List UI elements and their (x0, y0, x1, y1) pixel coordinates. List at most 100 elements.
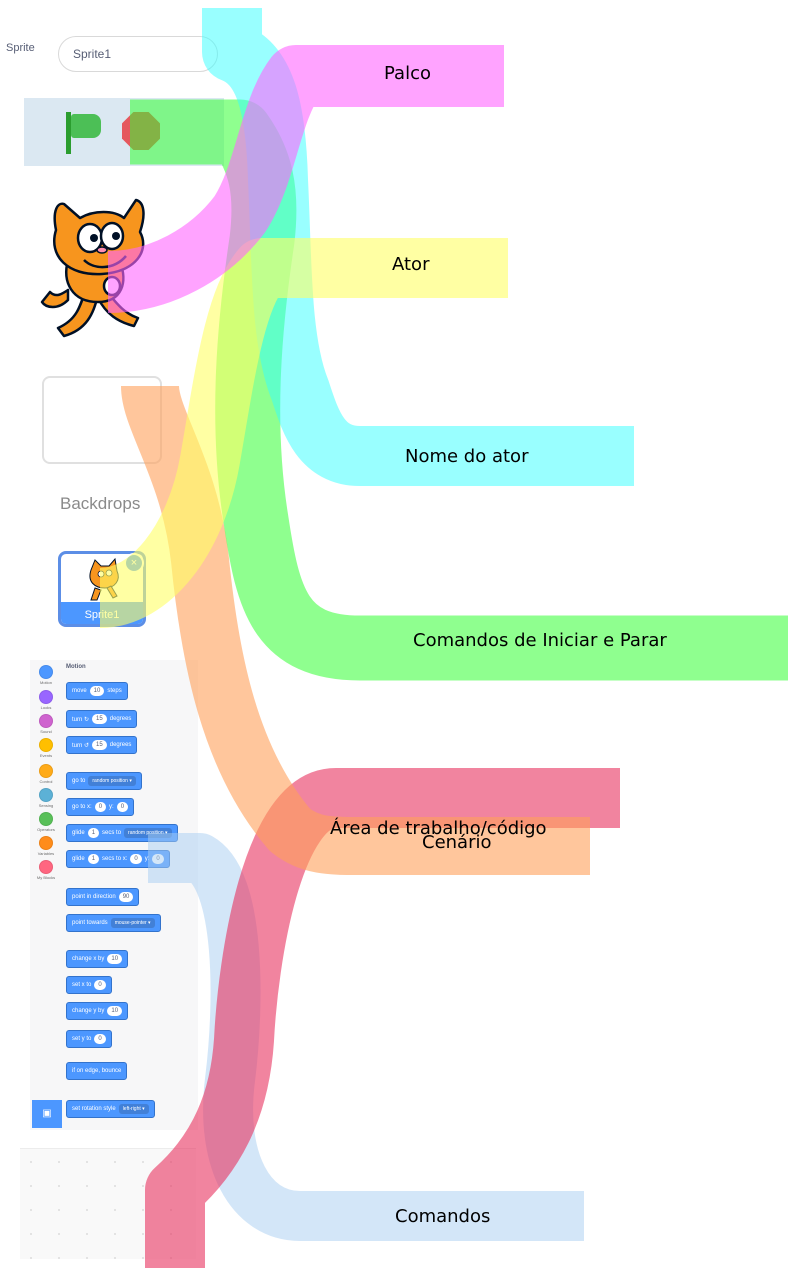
category-operators[interactable]: Operators (30, 812, 62, 832)
block-text: degrees (109, 716, 132, 722)
grid-dot (142, 1185, 144, 1187)
motion-block[interactable]: go to x: 0 y: 0 (66, 798, 135, 816)
grid-dot (114, 1233, 116, 1235)
grid-dot (170, 1209, 172, 1211)
block-input[interactable]: 90 (118, 892, 134, 902)
grid-dot (170, 1257, 172, 1259)
motion-block[interactable]: move 10 steps (66, 682, 128, 700)
stage-backdrop-thumbnail[interactable] (42, 376, 162, 464)
grid-dot (114, 1257, 116, 1259)
block-text: set y to (72, 1036, 92, 1042)
category-dot-icon (39, 836, 53, 850)
grid-dot (30, 1161, 32, 1163)
category-label: Sensing (38, 803, 54, 808)
motion-block[interactable]: glide 1 secs to x: 0 y: 0 (66, 850, 170, 868)
block-input[interactable]: 10 (107, 954, 123, 964)
block-text: turn ↺ (72, 742, 90, 749)
highlight-area-trabalho (145, 768, 620, 1268)
block-dropdown[interactable]: random position ▾ (124, 828, 172, 838)
category-dot-icon (39, 665, 53, 679)
delete-sprite-icon[interactable]: × (124, 553, 144, 573)
block-dropdown[interactable]: random position ▾ (88, 776, 136, 786)
grid-dot (30, 1257, 32, 1259)
grid-dot (58, 1257, 60, 1259)
block-text: glide (72, 830, 85, 836)
block-input[interactable]: 15 (92, 714, 107, 724)
add-extension-icon[interactable]: ▣ (32, 1100, 62, 1128)
block-dropdown[interactable]: left-right ▾ (118, 1104, 149, 1114)
grid-dot (142, 1209, 144, 1211)
block-input[interactable]: 0 (94, 980, 106, 990)
category-label: Variables (37, 851, 55, 856)
category-dot-icon (39, 860, 53, 874)
block-text: change x by (72, 956, 105, 962)
grid-dot (170, 1161, 172, 1163)
block-input[interactable]: 0 (94, 802, 107, 812)
motion-block[interactable]: turn ↻ 15 degrees (66, 710, 138, 728)
block-text: y: (109, 804, 114, 810)
code-area[interactable] (20, 1148, 196, 1259)
green-flag-cloth[interactable] (71, 114, 101, 138)
category-variables[interactable]: Variables (30, 836, 62, 856)
grid-dot (86, 1209, 88, 1211)
category-dot-icon (39, 812, 53, 826)
highlight-comandos (148, 833, 584, 1241)
grid-dot (58, 1233, 60, 1235)
sprite-tile-label: Sprite1 (84, 609, 120, 621)
sprite-name-field[interactable]: Sprite1 (58, 36, 218, 72)
category-label: Motion (39, 680, 52, 685)
motion-block[interactable]: change y by 10 (66, 1002, 129, 1020)
motion-block[interactable]: glide 1 secs to random position ▾ (66, 824, 178, 842)
block-input[interactable]: 0 (152, 854, 164, 864)
category-looks[interactable]: Looks (30, 690, 62, 710)
category-sound[interactable]: Sound (30, 714, 62, 734)
motion-block[interactable]: point in direction 90 (66, 888, 140, 906)
block-dropdown[interactable]: mouse-pointer ▾ (110, 918, 155, 928)
grid-dot (30, 1185, 32, 1187)
block-text: point in direction (72, 894, 116, 900)
category-label: Looks (40, 705, 52, 710)
grid-dot (58, 1185, 60, 1187)
block-input[interactable]: 0 (116, 802, 129, 812)
category-motion[interactable]: Motion (30, 665, 62, 685)
backdrops-label: Backdrops (60, 494, 141, 513)
category-my-blocks[interactable]: My Blocks (30, 860, 62, 880)
block-text: go to x: (72, 804, 92, 810)
block-input[interactable]: 10 (107, 1006, 123, 1016)
block-input[interactable]: 0 (94, 1034, 106, 1044)
block-text: glide (72, 856, 85, 862)
grid-dot (86, 1161, 88, 1163)
motion-block[interactable]: if on edge, bounce (66, 1062, 128, 1080)
category-control[interactable]: Control (30, 764, 62, 784)
grid-dot (170, 1185, 172, 1187)
block-input[interactable]: 1 (87, 854, 100, 864)
category-label: Operators (37, 827, 55, 832)
block-input[interactable]: 1 (87, 828, 100, 838)
block-text: set rotation style (72, 1106, 116, 1112)
motion-block[interactable]: turn ↺ 15 degrees (66, 736, 138, 754)
category-label: Events (39, 753, 53, 758)
motion-block[interactable]: set x to 0 (66, 976, 112, 994)
block-text: turn ↻ (72, 716, 90, 723)
category-events[interactable]: Events (30, 738, 62, 758)
motion-block[interactable]: set y to 0 (66, 1030, 112, 1048)
callout-ator: Ator (392, 254, 430, 275)
block-input[interactable]: 10 (89, 686, 105, 696)
motion-block[interactable]: go to random position ▾ (66, 772, 142, 790)
cat-sprite[interactable] (28, 190, 158, 345)
category-sensing[interactable]: Sensing (30, 788, 62, 808)
block-text: point towards (72, 920, 108, 926)
motion-block[interactable]: set rotation style left-right ▾ (66, 1100, 155, 1118)
block-text: secs to (102, 830, 122, 836)
motion-block[interactable]: point towards mouse-pointer ▾ (66, 914, 161, 932)
grid-dot (58, 1209, 60, 1211)
motion-block[interactable]: change x by 10 (66, 950, 129, 968)
grid-dot (114, 1185, 116, 1187)
grid-dot (114, 1161, 116, 1163)
block-text: degrees (109, 742, 132, 748)
block-input[interactable]: 15 (92, 740, 107, 750)
block-text: y: (144, 856, 150, 862)
block-text: change y by (72, 1008, 105, 1014)
block-input[interactable]: 0 (130, 854, 142, 864)
grid-dot (86, 1185, 88, 1187)
